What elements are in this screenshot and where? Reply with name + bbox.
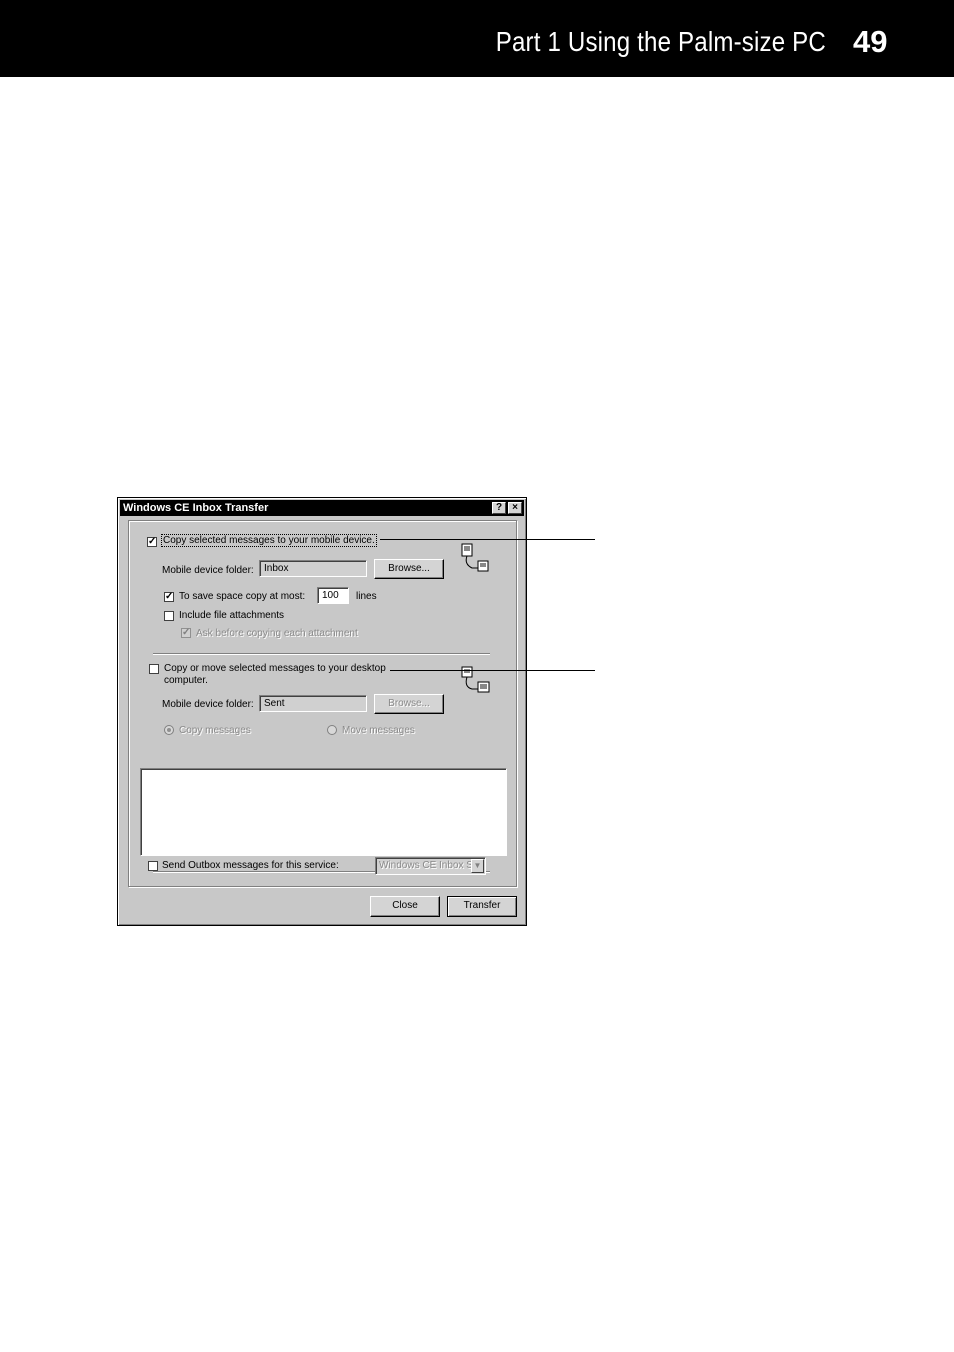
- browse-desktop-button[interactable]: Browse...: [374, 694, 444, 714]
- copy-to-device-label[interactable]: Copy selected messages to your mobile de…: [161, 534, 377, 547]
- chapter-title: Part 1 Using the Palm-size PC: [495, 26, 826, 57]
- copy-to-desktop-label-cont: computer.: [164, 675, 208, 686]
- copy-messages-label: Copy messages: [179, 725, 251, 736]
- handheld-sync-icon: [461, 543, 489, 572]
- title-bar: Windows CE Inbox Transfer ? ×: [120, 500, 524, 516]
- page-header: Part 1 Using the Palm-size PC 49: [0, 0, 954, 77]
- ask-attachment-label: Ask before copying each attachment: [196, 628, 358, 639]
- desktop-folder-label: Mobile device folder:: [162, 699, 254, 710]
- service-select-value: Windows CE Inbox S: [379, 860, 473, 871]
- page-number: 49: [853, 24, 888, 59]
- browse-device-button[interactable]: Browse...: [374, 559, 444, 579]
- copy-to-desktop-label[interactable]: Copy or move selected messages to your d…: [164, 663, 386, 674]
- transfer-options-group: ✓ Copy selected messages to your mobile …: [128, 520, 517, 887]
- copy-to-desktop-checkbox[interactable]: [149, 664, 159, 674]
- send-outbox-checkbox[interactable]: [148, 861, 158, 871]
- close-icon[interactable]: ×: [508, 502, 522, 514]
- device-folder-label: Mobile device folder:: [162, 565, 254, 576]
- save-space-checkbox[interactable]: ✓: [164, 592, 174, 602]
- section-divider: [153, 653, 490, 655]
- service-select[interactable]: Windows CE Inbox S ▼: [375, 857, 486, 875]
- device-folder-field[interactable]: Inbox: [259, 560, 367, 577]
- copy-messages-radio[interactable]: [164, 725, 174, 735]
- callout-line-desktop: [390, 670, 595, 671]
- dialog-title: Windows CE Inbox Transfer: [123, 502, 269, 514]
- attachments-checkbox[interactable]: [164, 611, 174, 621]
- move-messages-radio[interactable]: [327, 725, 337, 735]
- send-outbox-label: Send Outbox messages for this service:: [162, 860, 339, 871]
- copy-to-device-checkbox[interactable]: ✓: [147, 537, 157, 547]
- inbox-transfer-dialog: Windows CE Inbox Transfer ? × ✓ Copy sel…: [117, 497, 527, 926]
- chevron-down-icon[interactable]: ▼: [471, 859, 484, 873]
- messages-list[interactable]: [140, 768, 507, 856]
- lines-input[interactable]: 100: [317, 587, 349, 604]
- close-button[interactable]: Close: [370, 896, 440, 917]
- move-messages-label: Move messages: [342, 725, 415, 736]
- lines-label: lines: [356, 591, 377, 602]
- transfer-button[interactable]: Transfer: [447, 896, 517, 917]
- callout-line-device: [380, 539, 595, 540]
- save-space-label: To save space copy at most:: [179, 591, 306, 602]
- help-button[interactable]: ?: [492, 502, 506, 514]
- ask-attachment-checkbox[interactable]: ✓: [181, 628, 191, 638]
- desktop-folder-field[interactable]: Sent: [259, 695, 367, 712]
- attachments-label: Include file attachments: [179, 610, 285, 621]
